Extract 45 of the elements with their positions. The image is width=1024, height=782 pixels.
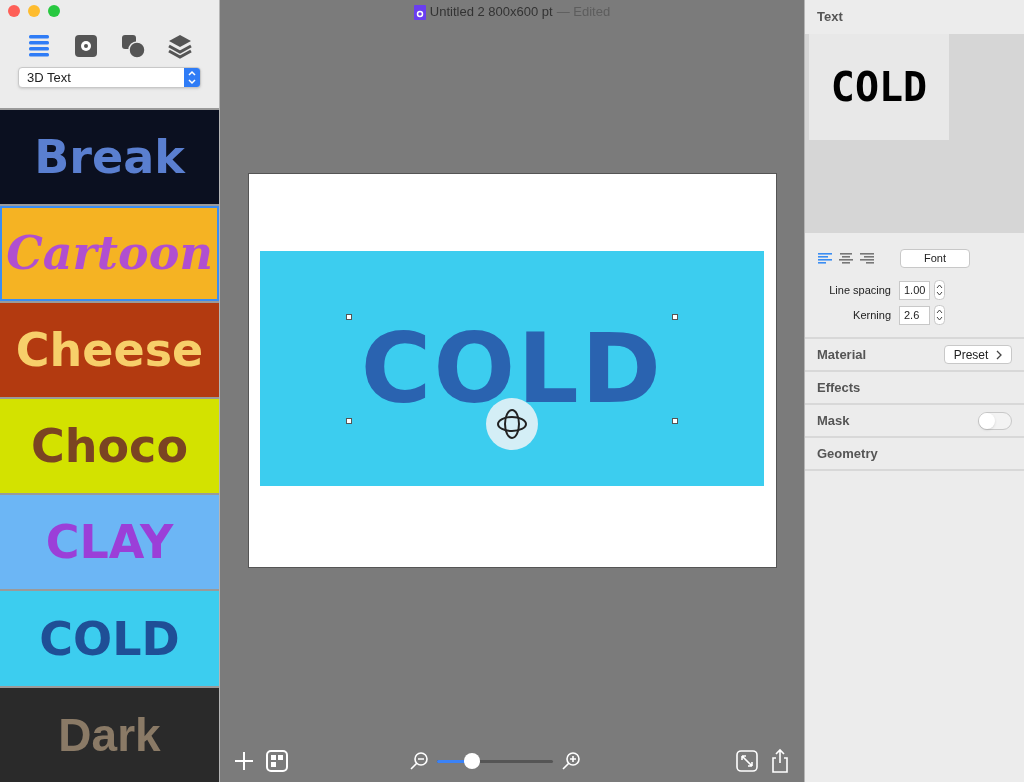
zoom-slider[interactable] (437, 752, 553, 770)
selection-handle[interactable] (345, 313, 352, 320)
number-field[interactable]: 2.6 (899, 305, 930, 325)
resize-icon[interactable] (736, 750, 758, 772)
selection-handle[interactable] (672, 313, 679, 320)
text-align-icon[interactable] (859, 252, 875, 265)
add-icon[interactable] (234, 751, 254, 771)
document-icon (413, 4, 426, 20)
field-label: Kerning (852, 307, 891, 323)
text-object[interactable]: COLD (347, 315, 677, 422)
layers-icon[interactable] (166, 33, 193, 59)
slider-thumb[interactable] (463, 753, 480, 769)
section-title[interactable]: Effects (817, 377, 1012, 398)
text-align-icon[interactable] (838, 252, 854, 265)
text-align-icon[interactable] (817, 252, 833, 265)
stepper-icon (184, 68, 200, 87)
preset-tile[interactable]: Break (0, 110, 219, 205)
preset-tile[interactable]: Dark (0, 687, 219, 782)
selection-handle[interactable] (345, 417, 352, 424)
preset-tile[interactable]: Choco (0, 398, 219, 494)
share-icon[interactable] (770, 748, 790, 774)
section-title: Text (817, 8, 843, 27)
section-title[interactable]: Material (817, 344, 944, 365)
field-label: Line spacing (828, 282, 891, 298)
grid-icon[interactable] (266, 750, 288, 772)
section-title[interactable]: Mask (817, 410, 978, 431)
preset-button[interactable]: Preset (944, 345, 1012, 364)
mask-toggle[interactable] (978, 411, 1012, 430)
preset-tile[interactable]: Cheese (0, 302, 219, 397)
number-field[interactable]: 1.00 (899, 280, 930, 300)
category-dropdown[interactable]: 3D Text (18, 67, 201, 88)
window-title: Untitled 2 800x600 pt (429, 3, 553, 22)
preview-text: COLD (830, 63, 928, 112)
selection-handle[interactable] (672, 417, 679, 424)
font-button[interactable]: Font (900, 249, 970, 268)
settings-icon[interactable] (73, 33, 100, 59)
shapes-icon[interactable] (119, 33, 146, 59)
stepper-icon[interactable] (934, 280, 945, 300)
chevron-right-icon (996, 349, 1003, 360)
section-title[interactable]: Geometry (817, 443, 1012, 464)
stepper-icon[interactable] (934, 305, 945, 325)
zoom-out-icon[interactable] (409, 751, 429, 771)
close-button[interactable] (8, 5, 20, 17)
zoom-in-icon[interactable] (561, 751, 581, 771)
preset-tile[interactable]: COLD (0, 591, 219, 686)
